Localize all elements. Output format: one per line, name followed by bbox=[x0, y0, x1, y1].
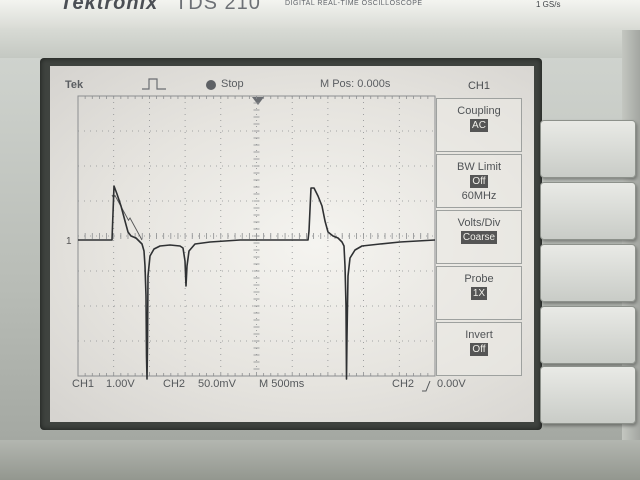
menu-item-invert[interactable]: Invert Off bbox=[436, 322, 522, 376]
ch1-label: CH1 bbox=[72, 378, 95, 390]
menu-item-label: Coupling bbox=[457, 105, 501, 117]
bezel-ridge bbox=[0, 28, 640, 58]
tagline-label: DIGITAL REAL-TIME OSCILLOSCOPE bbox=[285, 0, 423, 7]
menu-item-value: Off bbox=[470, 343, 488, 356]
ch1-side-menu: CH1 Coupling AC BW Limit Off 60MHz Volts… bbox=[436, 76, 522, 380]
ch2-label: CH2 bbox=[163, 378, 186, 390]
trigger-source-label: CH2 bbox=[392, 378, 415, 390]
oscilloscope-screen: Tek Stop M Pos: 0.000s 1 CH1 Coupling AC… bbox=[50, 66, 534, 422]
trigger-level-label: 0.00V bbox=[437, 378, 466, 390]
option-button-3[interactable] bbox=[540, 244, 636, 302]
menu-item-value: 1X bbox=[470, 287, 488, 300]
menu-title: CH1 bbox=[467, 80, 490, 92]
sample-rate-label: 1 GS/s bbox=[536, 0, 561, 9]
ch2-scale-label: 50.0mV bbox=[198, 378, 236, 390]
brand-label: Tektronix bbox=[60, 0, 159, 14]
option-button-1[interactable] bbox=[540, 120, 636, 178]
menu-item-value: Coarse bbox=[460, 231, 498, 244]
menu-item-sub: 60MHz bbox=[461, 190, 497, 202]
menu-item-label: Probe bbox=[464, 273, 494, 285]
menu-item-label: Volts/Div bbox=[457, 217, 501, 229]
top-panel-strip: Tektronix TDS 210 DIGITAL REAL-TIME OSCI… bbox=[0, 0, 640, 29]
waveform-trace-noise bbox=[111, 194, 143, 241]
rising-edge-icon bbox=[422, 380, 431, 392]
bottom-bezel bbox=[0, 440, 640, 480]
menu-item-label: BW Limit bbox=[457, 161, 501, 173]
option-button-2[interactable] bbox=[540, 182, 636, 240]
menu-item-bw-limit[interactable]: BW Limit Off 60MHz bbox=[436, 154, 522, 208]
ch1-ground-marker: 1 bbox=[66, 236, 72, 247]
menu-item-probe[interactable]: Probe 1X bbox=[436, 266, 522, 320]
menu-item-value: AC bbox=[470, 119, 488, 132]
option-button-4[interactable] bbox=[540, 306, 636, 364]
ch1-scale-label: 1.00V bbox=[106, 378, 135, 390]
menu-item-volts-div[interactable]: Volts/Div Coarse bbox=[436, 210, 522, 264]
model-label: TDS 210 bbox=[175, 0, 261, 14]
menu-item-coupling[interactable]: Coupling AC bbox=[436, 98, 522, 152]
option-button-5[interactable] bbox=[540, 366, 636, 424]
menu-item-value: Off bbox=[470, 175, 488, 188]
timebase-label: M 500ms bbox=[259, 378, 305, 390]
menu-item-label: Invert bbox=[465, 329, 493, 341]
